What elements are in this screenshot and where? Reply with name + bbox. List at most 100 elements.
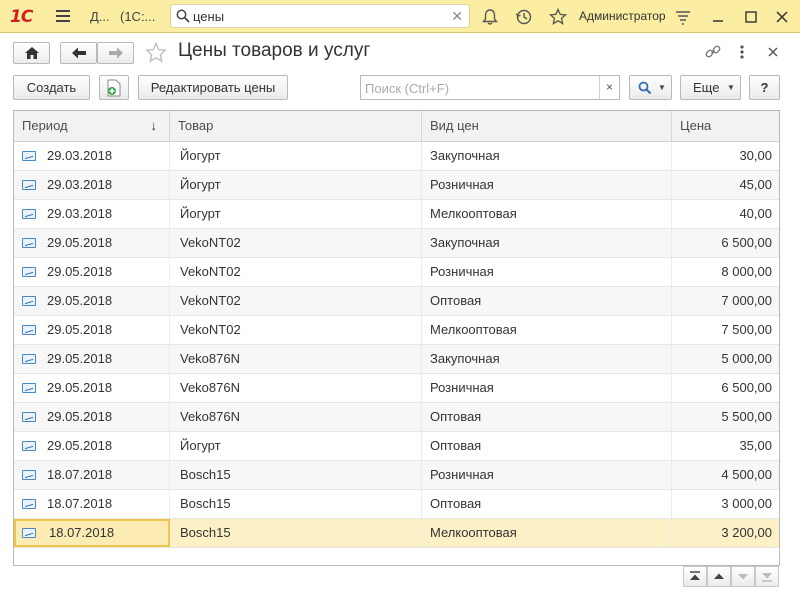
edit-prices-button[interactable]: Редактировать цены: [138, 75, 288, 100]
cell-product[interactable]: Йогурт: [170, 432, 422, 460]
link-icon[interactable]: [704, 44, 722, 60]
add-copy-button[interactable]: [99, 75, 129, 100]
table-row[interactable]: 29.05.2018 VekoNT02 Мелкооптовая 7 500,00: [14, 316, 779, 345]
cell-price-type[interactable]: Розничная: [422, 258, 672, 286]
cell-period[interactable]: 29.03.2018: [14, 171, 170, 199]
cell-product[interactable]: Veko876N: [170, 403, 422, 431]
global-search-input[interactable]: цены ✕: [170, 4, 470, 28]
main-menu-icon[interactable]: [56, 10, 70, 22]
cell-price[interactable]: 30,00: [672, 142, 779, 170]
cell-period[interactable]: 29.05.2018: [14, 287, 170, 315]
cell-product[interactable]: Йогурт: [170, 142, 422, 170]
cell-product[interactable]: Bosch15: [170, 490, 422, 518]
cell-period[interactable]: 29.05.2018: [14, 345, 170, 373]
back-button[interactable]: [60, 42, 97, 64]
table-row[interactable]: 29.05.2018 Veko876N Закупочная 5 000,00: [14, 345, 779, 374]
more-button[interactable]: Еще ▼: [680, 75, 741, 100]
doc-short-title[interactable]: Д...: [90, 9, 110, 24]
scroll-down-button[interactable]: [731, 566, 755, 587]
user-name[interactable]: Администратор: [579, 9, 666, 23]
scroll-up-button[interactable]: [707, 566, 731, 587]
app-logo[interactable]: 1С: [10, 7, 33, 27]
create-button[interactable]: Создать: [13, 75, 90, 100]
settings-lines-icon[interactable]: [673, 7, 693, 27]
global-search-clear-icon[interactable]: ✕: [451, 8, 463, 25]
cell-product[interactable]: VekoNT02: [170, 258, 422, 286]
cell-product[interactable]: Йогурт: [170, 200, 422, 228]
cell-price-type[interactable]: Оптовая: [422, 490, 672, 518]
cell-price[interactable]: 40,00: [672, 200, 779, 228]
table-row[interactable]: 18.07.2018 Bosch15 Мелкооптовая 3 200,00: [14, 519, 779, 548]
favorite-star-icon[interactable]: [144, 41, 168, 65]
home-button[interactable]: [13, 42, 50, 64]
cell-period[interactable]: 29.05.2018: [14, 432, 170, 460]
cell-period[interactable]: 29.05.2018: [14, 403, 170, 431]
cell-price[interactable]: 7 000,00: [672, 287, 779, 315]
cell-product[interactable]: Veko876N: [170, 345, 422, 373]
column-header-product[interactable]: Товар: [170, 111, 422, 141]
cell-price[interactable]: 4 500,00: [672, 461, 779, 489]
cell-product[interactable]: VekoNT02: [170, 287, 422, 315]
cell-price-type[interactable]: Закупочная: [422, 229, 672, 257]
cell-period[interactable]: 29.05.2018: [14, 316, 170, 344]
cell-period[interactable]: 29.05.2018: [14, 229, 170, 257]
scroll-to-bottom-button[interactable]: [755, 566, 779, 587]
column-header-period[interactable]: Период ↓: [14, 111, 170, 141]
table-row[interactable]: 29.05.2018 VekoNT02 Оптовая 7 000,00: [14, 287, 779, 316]
cell-price[interactable]: 7 500,00: [672, 316, 779, 344]
cell-product[interactable]: Bosch15: [170, 461, 422, 489]
close-form-icon[interactable]: [766, 44, 780, 60]
cell-period[interactable]: 29.05.2018: [14, 374, 170, 402]
minimize-icon[interactable]: [708, 7, 728, 27]
cell-product[interactable]: Йогурт: [170, 171, 422, 199]
cell-price[interactable]: 3 200,00: [672, 519, 779, 547]
cell-price-type[interactable]: Розничная: [422, 461, 672, 489]
column-header-price[interactable]: Цена: [672, 111, 779, 141]
prices-table[interactable]: Период ↓ Товар Вид цен Цена 29.03.2018 Йо…: [13, 110, 780, 566]
help-button[interactable]: ?: [749, 75, 780, 100]
list-search-input[interactable]: [365, 79, 595, 97]
cell-product[interactable]: VekoNT02: [170, 316, 422, 344]
close-window-icon[interactable]: [772, 7, 792, 27]
cell-period[interactable]: 18.07.2018: [14, 519, 170, 547]
favorites-star-icon[interactable]: [548, 7, 568, 27]
cell-price[interactable]: 35,00: [672, 432, 779, 460]
table-row[interactable]: 29.05.2018 VekoNT02 Розничная 8 000,00: [14, 258, 779, 287]
cell-price-type[interactable]: Мелкооптовая: [422, 519, 672, 547]
cell-price-type[interactable]: Закупочная: [422, 345, 672, 373]
cell-period[interactable]: 29.03.2018: [14, 142, 170, 170]
cell-price-type[interactable]: Оптовая: [422, 432, 672, 460]
history-icon[interactable]: [514, 7, 534, 27]
cell-price[interactable]: 6 500,00: [672, 374, 779, 402]
doc-title[interactable]: (1С:...: [120, 9, 155, 24]
cell-price-type[interactable]: Мелкооптовая: [422, 316, 672, 344]
table-row[interactable]: 29.05.2018 Йогурт Оптовая 35,00: [14, 432, 779, 461]
cell-product[interactable]: Veko876N: [170, 374, 422, 402]
table-row[interactable]: 29.05.2018 VekoNT02 Закупочная 6 500,00: [14, 229, 779, 258]
scroll-to-top-button[interactable]: [683, 566, 707, 587]
column-header-price-type[interactable]: Вид цен: [422, 111, 672, 141]
cell-price-type[interactable]: Мелкооптовая: [422, 200, 672, 228]
cell-price[interactable]: 8 000,00: [672, 258, 779, 286]
cell-period[interactable]: 18.07.2018: [14, 461, 170, 489]
table-row[interactable]: 29.03.2018 Йогурт Розничная 45,00: [14, 171, 779, 200]
cell-price-type[interactable]: Розничная: [422, 171, 672, 199]
maximize-icon[interactable]: [741, 7, 761, 27]
cell-price-type[interactable]: Закупочная: [422, 142, 672, 170]
cell-period[interactable]: 29.03.2018: [14, 200, 170, 228]
table-row[interactable]: 29.03.2018 Йогурт Закупочная 30,00: [14, 142, 779, 171]
cell-price-type[interactable]: Оптовая: [422, 287, 672, 315]
cell-price[interactable]: 6 500,00: [672, 229, 779, 257]
search-options-button[interactable]: ▼: [629, 75, 672, 100]
cell-price-type[interactable]: Оптовая: [422, 403, 672, 431]
more-vertical-icon[interactable]: [737, 44, 747, 60]
cell-product[interactable]: VekoNT02: [170, 229, 422, 257]
table-row[interactable]: 29.05.2018 Veko876N Оптовая 5 500,00: [14, 403, 779, 432]
table-row[interactable]: 18.07.2018 Bosch15 Розничная 4 500,00: [14, 461, 779, 490]
forward-button[interactable]: [97, 42, 134, 64]
cell-price[interactable]: 5 500,00: [672, 403, 779, 431]
cell-period[interactable]: 18.07.2018: [14, 490, 170, 518]
cell-period[interactable]: 29.05.2018: [14, 258, 170, 286]
table-row[interactable]: 29.05.2018 Veko876N Розничная 6 500,00: [14, 374, 779, 403]
cell-price-type[interactable]: Розничная: [422, 374, 672, 402]
